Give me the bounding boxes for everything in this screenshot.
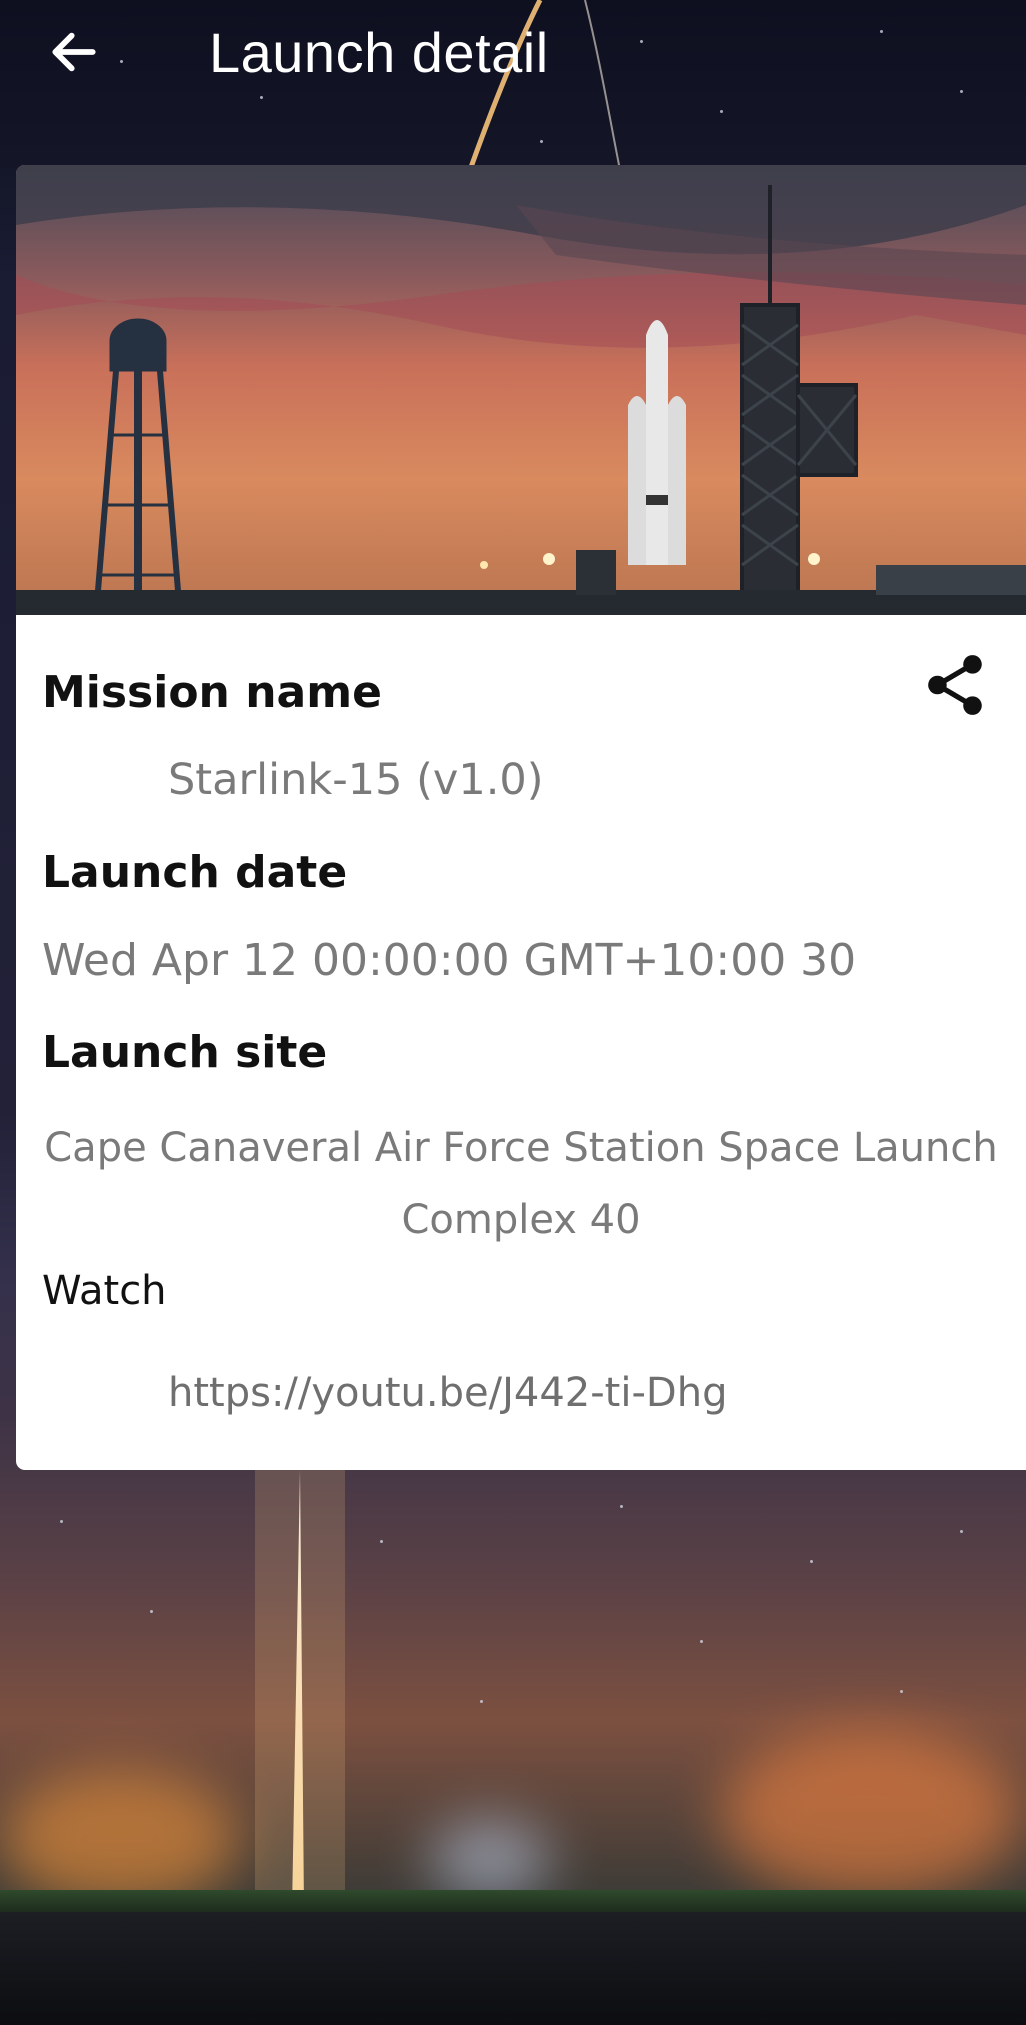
star <box>150 1610 153 1613</box>
watch-label: Watch <box>42 1268 167 1314</box>
star <box>810 1560 813 1563</box>
launch-glow <box>720 1730 1020 1900</box>
launch-site-value: Cape Canaveral Air Force Station Space L… <box>44 1125 998 1243</box>
star <box>620 1505 623 1508</box>
page-title: Launch detail <box>209 21 549 84</box>
share-button[interactable] <box>916 645 996 725</box>
launch-detail-card: Mission name Starlink-15 (v1.0) Launch d… <box>16 165 1026 1470</box>
star <box>720 110 723 113</box>
mission-name-label: Mission name <box>42 667 382 718</box>
share-icon <box>928 655 982 715</box>
launch-glow <box>430 1820 550 1900</box>
launch-date-label: Launch date <box>42 847 348 898</box>
app-bar: Launch detail <box>0 0 1026 108</box>
star <box>960 1530 963 1533</box>
water-reflection <box>0 1912 1026 2025</box>
back-button[interactable] <box>42 22 106 82</box>
arrow-left-icon <box>52 32 96 72</box>
launch-site-label: Launch site <box>42 1027 328 1078</box>
star <box>900 1690 903 1693</box>
mission-name-value: Starlink-15 (v1.0) <box>168 755 544 805</box>
tree-line <box>0 1890 1026 1914</box>
screen: Launch detail Mission name Starlink-15 (… <box>0 0 1026 2025</box>
star <box>700 1640 703 1643</box>
watch-link[interactable]: https://youtu.be/J442-ti-Dhg <box>168 1365 727 1421</box>
launch-date-value: Wed Apr 12 00:00:00 GMT+10:00 30 <box>42 935 857 986</box>
launch-pad-photo <box>16 165 1026 615</box>
star <box>480 1700 483 1703</box>
star <box>60 1520 63 1523</box>
